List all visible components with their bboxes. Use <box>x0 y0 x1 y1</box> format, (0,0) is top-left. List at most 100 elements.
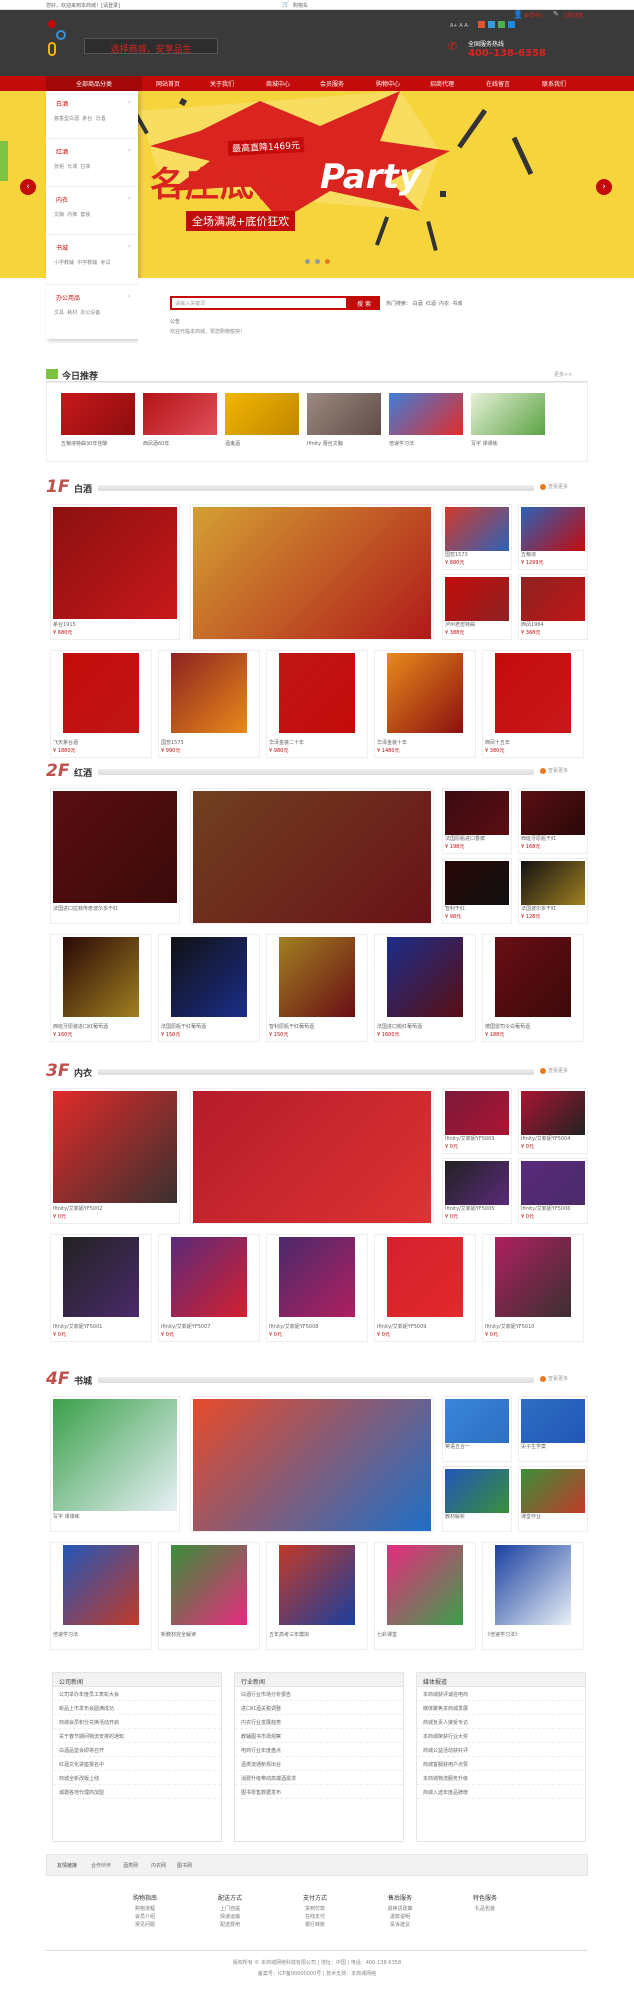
news-link[interactable]: 商城公益活动获好评 <box>417 1743 585 1757</box>
service-link[interactable]: 配送费用 <box>195 1921 265 1929</box>
product-name[interactable]: 法国原瓶干红葡萄酒 <box>161 1023 257 1030</box>
category-group[interactable]: 白酒 › 酱香型白酒 茅台 汾酒 <box>46 91 138 139</box>
all-categories-button[interactable]: 全部商品分类 <box>46 76 142 91</box>
product-card[interactable]: 课堂作业 <box>518 1466 588 1532</box>
news-link[interactable]: 内衣行业发展趋势 <box>235 1715 403 1729</box>
news-link[interactable]: 诚邀各地代理商加盟 <box>53 1785 221 1799</box>
product-card[interactable]: Ifinity/艾菲妮YF5010 ¥ 0元 <box>482 1234 584 1342</box>
product-card[interactable]: 五粮液 ¥ 1299元 <box>518 504 588 570</box>
product-name[interactable]: 德国雷司令白葡萄酒 <box>485 1023 581 1030</box>
friend-link[interactable]: 图书网 <box>177 1862 192 1869</box>
category-link[interactable]: 考试 <box>100 260 110 266</box>
floor-more-link[interactable]: 查看更多 <box>540 1067 568 1074</box>
product-card[interactable]: Ifinity/艾菲妮YF5002 ¥ 0元 <box>50 1088 180 1224</box>
product-card[interactable]: 华泽金装二十年 ¥ 980元 <box>266 650 368 758</box>
search-button[interactable]: 搜 索 <box>348 296 380 310</box>
tqq-icon[interactable] <box>508 21 515 28</box>
product-card[interactable]: 华泽金装十年 ¥ 1480元 <box>374 650 476 758</box>
service-link[interactable]: 礼品包装 <box>450 1905 520 1913</box>
product-card[interactable]: 西班牙原瓶干红 ¥ 168元 <box>518 788 588 854</box>
product-name[interactable]: 华泽金装十年 <box>377 739 473 746</box>
product-card[interactable] <box>190 504 434 640</box>
category-group[interactable]: 内衣 › 文胸 内裤 套装 <box>46 187 138 235</box>
product-card[interactable]: 泸州老窖特曲 ¥ 388元 <box>442 574 512 640</box>
product-card[interactable]: 法国波尔多干红 ¥ 128元 <box>518 858 588 924</box>
product-card[interactable]: 新教材完全解读 <box>158 1542 260 1650</box>
friend-link[interactable]: 合作伙伴 <box>91 1862 111 1869</box>
floor-more-link[interactable]: 查看更多 <box>540 483 568 490</box>
service-link[interactable]: 快递运输 <box>195 1913 265 1921</box>
service-link[interactable]: 退换货政策 <box>365 1905 435 1913</box>
product-card[interactable]: 法国原瓶进口香槟 ¥ 198元 <box>442 788 512 854</box>
today-item[interactable]: 倍速学习法 <box>387 391 465 455</box>
category-group[interactable]: 红酒 › 张裕 长城 拉菲 <box>46 139 138 187</box>
register-link[interactable]: 立即注册 <box>563 12 583 19</box>
hot-search-link[interactable]: 红酒 <box>426 301 436 307</box>
today-more-link[interactable]: 更多>> <box>554 371 572 378</box>
product-card[interactable]: 法国原瓶干红葡萄酒 ¥ 150元 <box>158 934 260 1042</box>
today-item[interactable]: 酒鬼酒 <box>223 391 301 455</box>
news-link[interactable]: 商城入选年度品牌榜 <box>417 1785 585 1799</box>
nav-item-member[interactable]: 会员服务 <box>320 79 344 88</box>
product-name[interactable]: 七彩课堂 <box>377 1631 473 1638</box>
product-card[interactable]: 尖子生学案 <box>518 1396 588 1462</box>
product-card[interactable]: Ifinity/艾菲妮YF5007 ¥ 0元 <box>158 1234 260 1342</box>
product-name[interactable]: 教材解析 <box>445 1513 509 1520</box>
hot-search-link[interactable]: 书城 <box>452 301 462 307</box>
product-name[interactable]: 五年高考三年模拟 <box>269 1631 365 1638</box>
product-name[interactable]: 西凤1964 <box>521 621 585 628</box>
product-name[interactable]: 飞天茅台酒 <box>53 739 149 746</box>
news-link[interactable]: 商城会员积分兑换活动开启 <box>53 1715 221 1729</box>
product-card[interactable]: 七彩课堂 <box>374 1542 476 1650</box>
category-group[interactable]: 办公用品 › 文具 耗材 办公设备 <box>46 285 138 339</box>
category-title[interactable]: 白酒 <box>56 99 68 108</box>
floor-more-label[interactable]: 查看更多 <box>548 484 568 490</box>
today-item[interactable]: 西凤酒60年 <box>141 391 219 455</box>
product-name[interactable]: Ifinity/艾菲妮YF5007 <box>161 1323 257 1330</box>
product-card[interactable]: 国窖1573 ¥ 880元 <box>442 504 512 570</box>
product-name[interactable]: 写字 课课练 <box>53 1513 177 1520</box>
product-card[interactable]: Ifinity/艾菲妮YF5004 ¥ 0元 <box>518 1088 588 1154</box>
product-card[interactable]: Ifinity/艾菲妮YF5009 ¥ 0元 <box>374 1234 476 1342</box>
floor-more-link[interactable]: 查看更多 <box>540 1375 568 1382</box>
category-title[interactable]: 办公用品 <box>56 293 80 302</box>
product-card[interactable]: 智利干红 ¥ 98元 <box>442 858 512 924</box>
product-name[interactable]: 智利原瓶干红葡萄酒 <box>269 1023 365 1030</box>
product-name[interactable]: 法国波尔多干红 <box>521 905 585 912</box>
category-link[interactable]: 小学教辅 <box>54 260 74 266</box>
today-item[interactable]: Ifinity 蕾丝文胸 <box>305 391 383 455</box>
product-card[interactable]: 西班牙原装进口红葡萄酒 ¥ 160元 <box>50 934 152 1042</box>
banner-dot-2[interactable] <box>315 259 320 264</box>
category-link[interactable]: 耗材 <box>67 310 77 316</box>
category-link[interactable]: 内裤 <box>67 212 77 218</box>
product-name[interactable]: Ifinity 蕾丝文胸 <box>307 440 381 447</box>
news-link[interactable]: 本商城荣获行业大奖 <box>417 1729 585 1743</box>
news-link[interactable]: 本商城物流服务升级 <box>417 1771 585 1785</box>
product-card[interactable]: Ifinity/艾菲妮YF5008 ¥ 0元 <box>266 1234 368 1342</box>
product-name[interactable]: 五粮液特曲30年佳酿 <box>61 440 135 447</box>
weibo-icon[interactable] <box>478 21 485 28</box>
font-size-control[interactable]: A+ A A- <box>450 23 469 29</box>
news-link[interactable]: 消费升级带动高端酒需求 <box>235 1771 403 1785</box>
nav-item-about[interactable]: 关于我们 <box>210 79 234 88</box>
product-name[interactable]: 新教材完全解读 <box>161 1631 257 1638</box>
banner-dot-1[interactable] <box>305 259 310 264</box>
news-link[interactable]: 图书零售数据发布 <box>235 1785 403 1799</box>
service-link[interactable]: 在线支付 <box>280 1913 350 1921</box>
product-name[interactable]: 酒鬼酒 <box>225 440 299 447</box>
product-card[interactable]: 茅台1915 ¥ 680元 <box>50 504 180 640</box>
category-link[interactable]: 长城 <box>67 164 77 170</box>
product-card[interactable]: 倍速学习法 <box>50 1542 152 1650</box>
news-link[interactable]: 本商城获评诚信电商 <box>417 1687 585 1701</box>
product-name[interactable]: 尖子生学案 <box>521 1443 585 1450</box>
wechat-icon[interactable] <box>498 21 505 28</box>
category-link[interactable]: 文胸 <box>54 212 64 218</box>
product-name[interactable]: Ifinity/艾菲妮YF5010 <box>485 1323 581 1330</box>
banner-next-arrow-icon[interactable]: › <box>596 179 612 195</box>
product-name[interactable]: 英语五合一 <box>445 1443 509 1450</box>
news-link[interactable]: 商城负责人接受专访 <box>417 1715 585 1729</box>
category-link[interactable]: 酱香型白酒 <box>54 116 79 122</box>
product-name[interactable]: Ifinity/艾菲妮YF5009 <box>377 1323 473 1330</box>
notice-text[interactable]: 欢迎光临本商城，祝您购物愉快！ <box>170 328 245 335</box>
category-group[interactable]: 书城 › 小学教辅 中学教辅 考试 <box>46 235 138 285</box>
